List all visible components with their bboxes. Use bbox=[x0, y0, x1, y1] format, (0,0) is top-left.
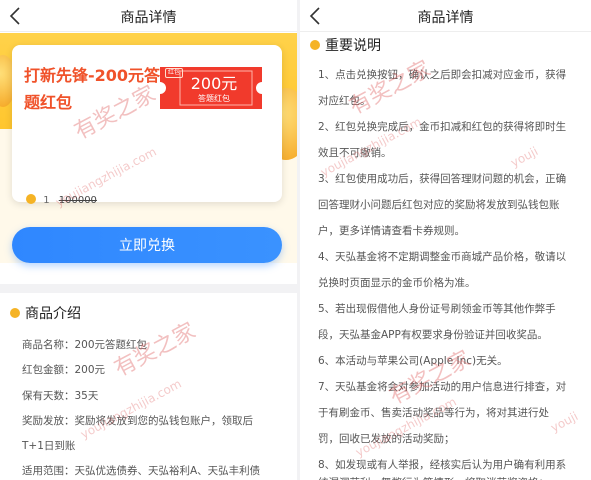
notes-heading-label: 重要说明 bbox=[325, 38, 381, 54]
notes-line: 3、红包使用成功后，获得回答理财问题的机会，正确 bbox=[318, 173, 567, 185]
notes-line: 统漏洞获利、舞弊行为等情形，将取消获奖资格； bbox=[318, 470, 576, 480]
price-row: 1 100000 bbox=[26, 194, 97, 208]
product-card: 打新先锋-200元答题红包 红包 200元 答题红包 1 100000 bbox=[12, 45, 282, 206]
notes-heading: 重要说明 bbox=[310, 35, 381, 55]
info-row-name: 商品名称：200元答题红包 bbox=[22, 339, 148, 351]
product-title: 打新先锋-200元答题红包 bbox=[24, 66, 161, 112]
notes-line: 回答理财小问题后红包对应的奖励将发放到弘钱包账 bbox=[318, 199, 560, 211]
notes-line: 罚，回收已发放的活动奖励； bbox=[318, 433, 455, 445]
watermark-url: youjiangzhijia.com bbox=[78, 376, 184, 442]
info-row-reward: 奖励发放：奖励将发放到您的弘钱包账户，领取后 bbox=[22, 415, 253, 427]
notes-line: 5、若出现假借他人身份证号刷领金币等其他作弊手 bbox=[318, 303, 556, 315]
top-nav-bar: 商品详情 bbox=[300, 0, 591, 32]
ticket-amount: 200元 bbox=[190, 74, 238, 93]
notes-line: 4、天弘基金将不定期调整金币商城产品价格，敬请以 bbox=[318, 251, 567, 263]
notes-line: 兑换时页面显示的金币价格为准。 bbox=[318, 277, 476, 289]
notes-line: 户，更多详情请查看卡券规则。 bbox=[318, 225, 465, 237]
section-dot-icon bbox=[310, 40, 320, 50]
info-row-days: 保有天数：35天 bbox=[22, 390, 99, 402]
ticket-tag: 红包 bbox=[165, 68, 183, 78]
info-row-amount: 红包金额：200元 bbox=[22, 364, 106, 376]
notes-line: 对应红包。 bbox=[318, 95, 371, 107]
left-screen: 商品详情 打新先锋-200元答题红包 红包 200元 答题红包 1 100000… bbox=[0, 0, 297, 480]
notes-line: 6、本活动与苹果公司(Apple Inc)无关。 bbox=[318, 355, 508, 367]
page-title: 商品详情 bbox=[417, 10, 474, 26]
notes-line: 于有刷金币、售卖活动奖品等行为，将对其进行处 bbox=[318, 407, 549, 419]
coin-price: 1 bbox=[43, 195, 50, 206]
top-nav-bar: 商品详情 bbox=[0, 0, 297, 32]
intro-heading-label: 商品介绍 bbox=[25, 306, 81, 322]
ticket-subtitle: 答题红包 bbox=[198, 94, 230, 103]
info-row-reward-cont: T+1日到账 bbox=[22, 440, 76, 452]
section-dot-icon bbox=[10, 308, 20, 318]
right-screen: 商品详情 重要说明 1、点击兑换按钮，确认之后即会扣减对应金币，获得 对应红包。… bbox=[300, 0, 591, 480]
notes-line: 1、点击兑换按钮，确认之后即会扣减对应金币，获得 bbox=[318, 69, 567, 81]
original-price: 100000 bbox=[58, 195, 97, 206]
info-row-scope: 适用范围：天弘优选债券、天弘裕利A、天弘丰利债 bbox=[22, 465, 261, 477]
section-divider bbox=[0, 284, 297, 293]
notes-line: 段，天弘基金APP有权要求身份验证并回收奖品。 bbox=[318, 329, 548, 341]
notes-line: 2、红包兑换完成后，金币扣减和红包的获得将即时生 bbox=[318, 121, 567, 133]
notes-line: 效且不可撤销。 bbox=[318, 147, 392, 159]
gold-coin-icon bbox=[26, 194, 36, 204]
page-title: 商品详情 bbox=[120, 10, 177, 26]
intro-heading: 商品介绍 bbox=[10, 303, 81, 323]
redeem-button[interactable]: 立即兑换 bbox=[12, 227, 282, 263]
notes-line: 7、天弘基金将会对参加活动的用户信息进行排查，对 bbox=[318, 381, 567, 393]
